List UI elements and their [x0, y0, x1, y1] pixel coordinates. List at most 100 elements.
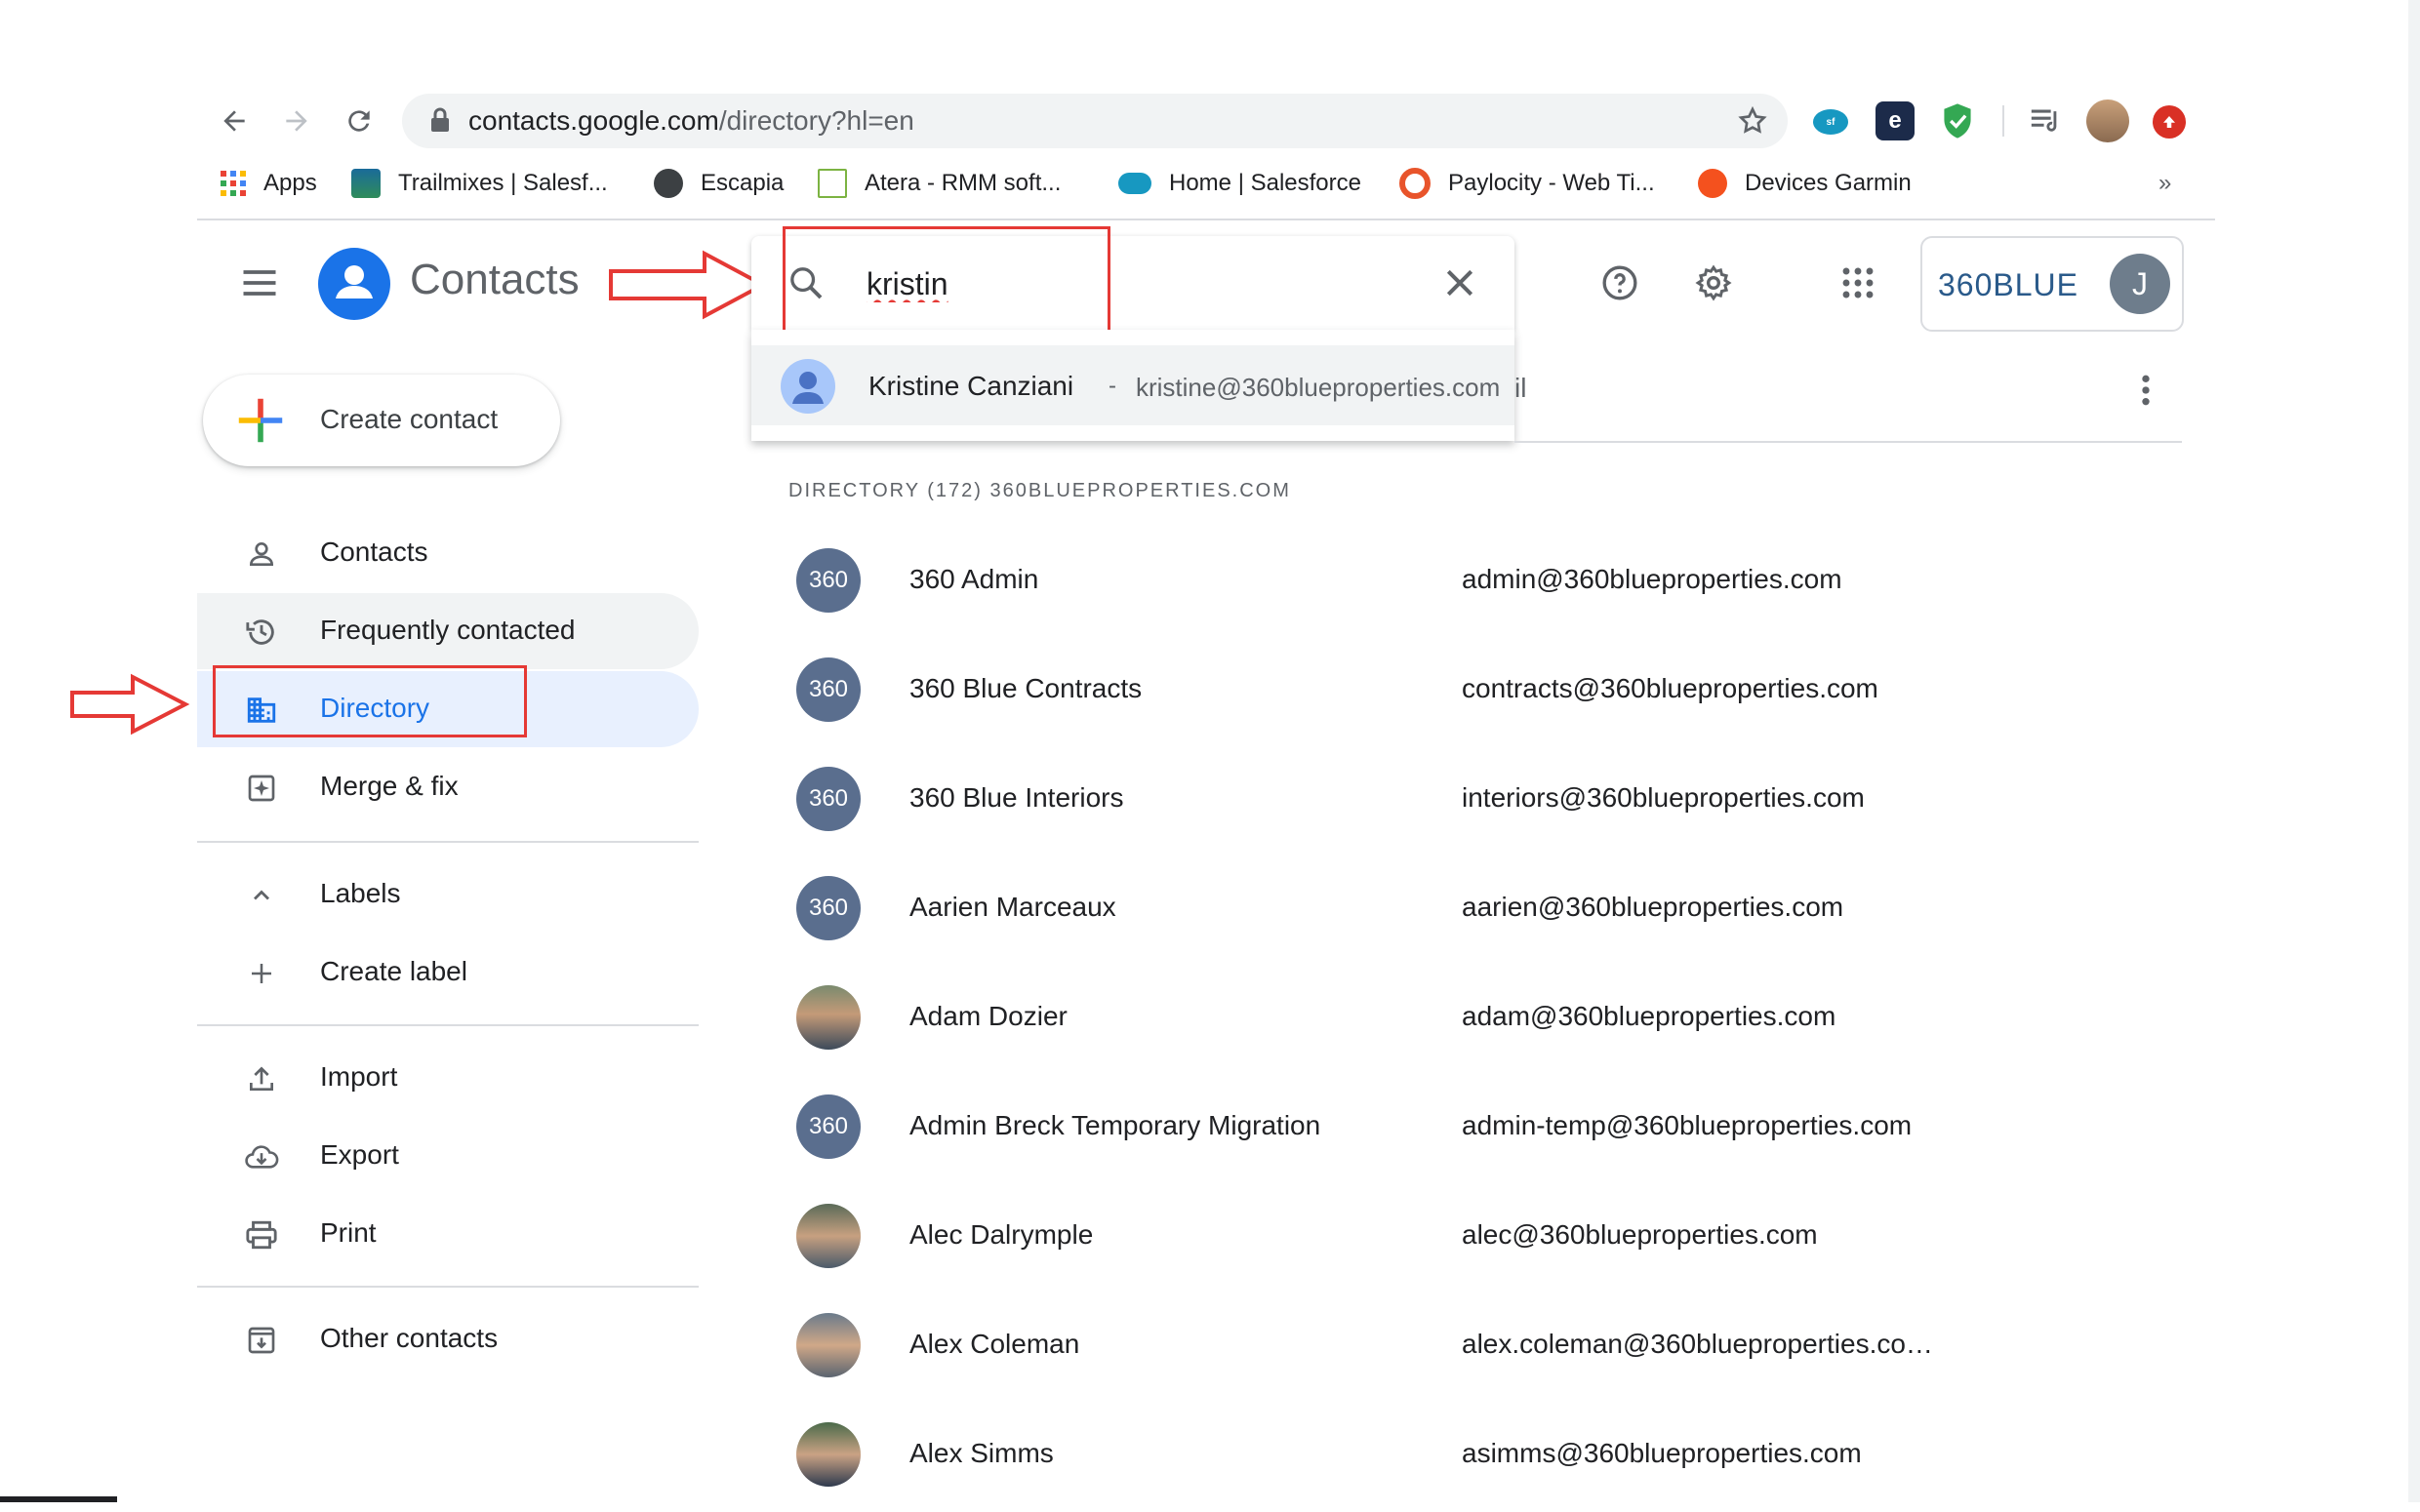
create-contact-button[interactable]: Create contact — [203, 375, 560, 466]
more-bookmarks-label: » — [2158, 170, 2172, 196]
archive-download-icon — [244, 1323, 279, 1358]
url-text[interactable]: contacts.google.com/directory?hl=en — [468, 105, 914, 137]
suggestion-separator: - — [1109, 373, 1116, 399]
bookmark-apps[interactable]: Apps — [219, 166, 317, 201]
sidebar-divider — [197, 1286, 699, 1288]
flame-icon — [1698, 169, 1727, 198]
avatar-photo — [796, 985, 861, 1050]
star-icon[interactable] — [1737, 105, 1768, 141]
table-row[interactable]: 360 360 Blue Contracts contracts@360blue… — [788, 638, 2184, 747]
sidebar-item-other-contacts[interactable]: Other contacts — [197, 1301, 699, 1377]
bookmark-trailmixes[interactable]: Trailmixes | Salesf... — [351, 166, 608, 201]
salesforce-ext-icon[interactable]: sf — [1813, 109, 1848, 135]
contact-name: Adam Dozier — [909, 1001, 1068, 1031]
table-row[interactable]: 360 Admin Breck Temporary Migration admi… — [788, 1075, 2184, 1184]
annotation-box-directory — [213, 665, 527, 737]
table-row[interactable]: 360 Aarien Marceaux aarien@360blueproper… — [788, 856, 2184, 966]
cloud-download-icon — [244, 1139, 279, 1174]
table-row[interactable]: Alex Simms asimms@360blueproperties.com — [788, 1403, 2184, 1512]
contact-name: Alex Coleman — [909, 1329, 1080, 1359]
contact-name: Admin Breck Temporary Migration — [909, 1110, 1321, 1140]
create-label-button[interactable]: Create label — [197, 935, 699, 1011]
suggestion-avatar — [781, 359, 835, 418]
lock-icon[interactable] — [429, 107, 451, 138]
sidebar-item-label: Contacts — [320, 537, 428, 567]
directory-header: DIRECTORY (172) 360BLUEPROPERTIES.COM — [788, 480, 1291, 501]
sidebar-item-label: Print — [320, 1217, 377, 1248]
google-apps-icon[interactable] — [1831, 256, 1885, 310]
sidebar-item-contacts[interactable]: Contacts — [197, 515, 699, 591]
avatar-photo — [796, 1313, 861, 1377]
apps-grid-icon — [221, 171, 246, 196]
help-icon[interactable] — [1593, 256, 1647, 310]
avatar: 360 — [796, 548, 861, 613]
window-corner — [0, 1496, 117, 1502]
sidebar-item-label: Frequently contacted — [320, 615, 576, 645]
sidebar-divider — [197, 1024, 699, 1026]
e-ext-icon[interactable]: e — [1876, 101, 1915, 140]
annotation-arrow-directory — [70, 673, 190, 736]
sidebar-item-label: Merge & fix — [320, 771, 459, 801]
bookmark-atera[interactable]: Atera - RMM soft... — [818, 166, 1061, 201]
plus-multicolor-icon — [236, 396, 285, 450]
profile-photo[interactable] — [2086, 99, 2129, 142]
clear-search-icon[interactable] — [1440, 263, 1479, 307]
chevron-up-icon — [244, 878, 279, 913]
forward-icon[interactable] — [273, 98, 320, 144]
contact-name: Alec Dalrymple — [909, 1219, 1094, 1250]
merge-icon — [244, 771, 279, 806]
sidebar-item-merge-fix[interactable]: Merge & fix — [197, 749, 699, 825]
plus-icon — [244, 956, 279, 991]
list-header-divider — [1514, 441, 2182, 443]
sidebar-item-label: Other contacts — [320, 1323, 499, 1353]
upload-icon — [244, 1061, 279, 1096]
history-icon — [244, 615, 279, 650]
browser-divider — [197, 219, 2215, 220]
labels-toggle[interactable]: Labels — [197, 856, 699, 933]
clipped-header-text: il — [1514, 373, 1527, 403]
account-avatar[interactable]: J — [2110, 254, 2170, 314]
main-menu-icon[interactable] — [238, 261, 281, 309]
account-switcher[interactable]: 360BLUE J — [1920, 236, 2184, 332]
contact-email: adam@360blueproperties.com — [1462, 1001, 1836, 1031]
sidebar-item-frequently-contacted[interactable]: Frequently contacted — [197, 593, 699, 669]
bookmark-garmin[interactable]: Devices Garmin — [1698, 166, 1912, 201]
brand-logo: 360BLUE — [1938, 267, 2078, 302]
avatar: 360 — [796, 657, 861, 722]
sidebar-item-export[interactable]: Export — [197, 1118, 699, 1194]
avatar: 360 — [796, 1094, 861, 1159]
contact-email: asimms@360blueproperties.com — [1462, 1438, 1862, 1468]
bookmark-label: Paylocity - Web Ti... — [1448, 170, 1655, 196]
address-bar[interactable]: contacts.google.com/directory?hl=en — [402, 94, 1788, 148]
settings-gear-icon[interactable] — [1686, 256, 1741, 310]
shield-ext-icon[interactable] — [1938, 101, 1977, 140]
bookmark-salesforce[interactable]: Home | Salesforce — [1118, 166, 1361, 201]
table-row[interactable]: Alec Dalrymple alec@360blueproperties.co… — [788, 1184, 2184, 1293]
annotation-arrow-search — [609, 250, 768, 320]
reading-list-icon[interactable] — [2026, 101, 2065, 140]
suggestion-name: Kristine Canziani — [868, 371, 1074, 401]
contact-email: alec@360blueproperties.com — [1462, 1219, 1818, 1250]
more-bookmarks-button[interactable]: » — [2158, 166, 2171, 201]
table-row[interactable]: 360 360 Admin admin@360blueproperties.co… — [788, 529, 2184, 638]
bookmark-label: Apps — [263, 170, 317, 196]
bookmark-label: Home | Salesforce — [1169, 170, 1361, 196]
update-icon[interactable] — [2153, 105, 2186, 139]
reload-icon[interactable] — [336, 98, 383, 144]
contact-email: admin@360blueproperties.com — [1462, 564, 1842, 594]
table-row[interactable]: 360 360 Blue Interiors interiors@360blue… — [788, 747, 2184, 856]
sidebar-item-print[interactable]: Print — [197, 1196, 699, 1272]
bookmark-escapia[interactable]: Escapia — [654, 166, 784, 201]
sidebar-item-label: Import — [320, 1061, 398, 1092]
toolbar-divider — [2002, 105, 2004, 137]
print-icon — [244, 1217, 279, 1253]
table-row[interactable]: Adam Dozier adam@360blueproperties.com — [788, 966, 2184, 1075]
more-vert-icon[interactable] — [2131, 371, 2160, 415]
contact-email: contracts@360blueproperties.com — [1462, 673, 1878, 703]
bookmark-paylocity[interactable]: Paylocity - Web Ti... — [1399, 166, 1655, 201]
table-row[interactable]: Alex Coleman alex.coleman@360bluepropert… — [788, 1293, 2184, 1403]
contact-email: admin-temp@360blueproperties.com — [1462, 1110, 1913, 1140]
back-icon[interactable] — [211, 98, 258, 144]
search-suggestion[interactable]: Kristine Canziani - kristine@360blueprop… — [751, 330, 1514, 441]
sidebar-item-import[interactable]: Import — [197, 1040, 699, 1116]
